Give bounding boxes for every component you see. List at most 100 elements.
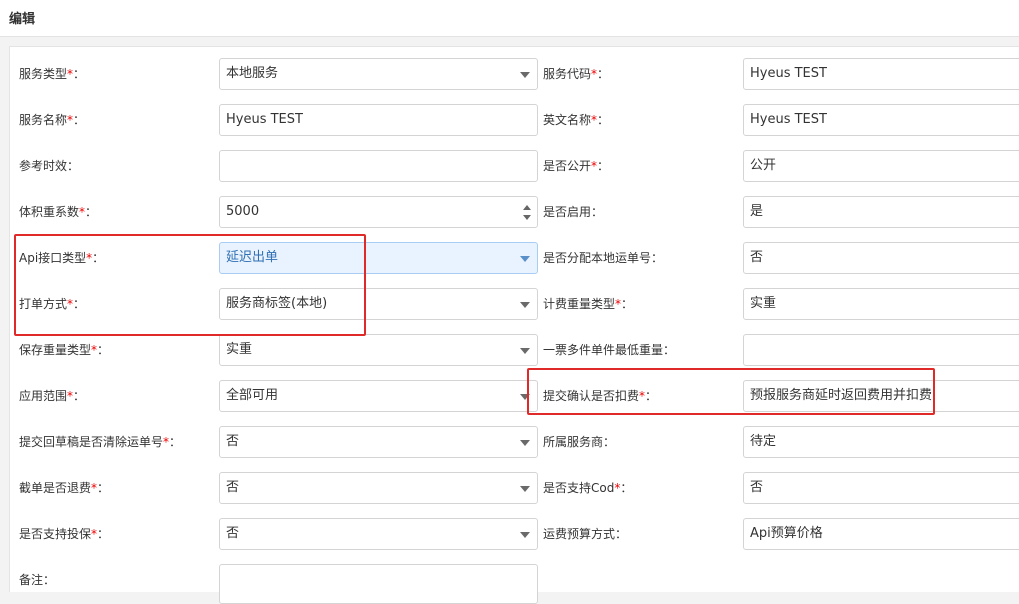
field-label-text: 是否支持投保: [19, 527, 92, 541]
caret-down-icon[interactable]: [520, 348, 530, 354]
field-value: 否: [226, 480, 240, 495]
field-label-text: 是否公开: [543, 159, 592, 173]
field-label-text: 所属服务商: [543, 435, 604, 449]
label-colon: ：: [169, 435, 182, 449]
right-field-9-input[interactable]: 否: [743, 472, 1019, 504]
spin-up-icon[interactable]: [523, 205, 531, 210]
left-field-5-select[interactable]: 服务商标签(本地): [219, 288, 538, 320]
right-label-10: 运费预算方式：: [543, 527, 627, 541]
label-colon: ：: [73, 67, 86, 81]
right-label-0: 服务代码*：: [543, 67, 609, 81]
field-value: Api预算价格: [750, 526, 823, 541]
dialog-title: 编辑: [9, 12, 36, 27]
left-label-3: 体积重系数*：: [19, 205, 97, 219]
left-field-2-input[interactable]: [219, 150, 538, 182]
field-label-text: 应用范围: [19, 389, 68, 403]
right-label-3: 是否启用：: [543, 205, 603, 219]
label-colon: ：: [620, 481, 633, 495]
right-field-4-input[interactable]: 否: [743, 242, 1019, 274]
field-label-text: 一票多件单件最低重量: [543, 343, 664, 357]
right-field-2-input[interactable]: 公开: [743, 150, 1019, 182]
right-field-1-input[interactable]: Hyeus TEST: [743, 104, 1019, 136]
field-value: Hyeus TEST: [750, 66, 827, 81]
field-label-text: 计费重量类型: [543, 297, 616, 311]
caret-down-icon[interactable]: [520, 394, 530, 400]
caret-down-icon[interactable]: [520, 486, 530, 492]
right-label-4: 是否分配本地运单号：: [543, 251, 663, 265]
right-field-0-input[interactable]: Hyeus TEST: [743, 58, 1019, 90]
field-value: 公开: [750, 158, 777, 173]
field-label-text: 提交回草稿是否清除运单号: [19, 435, 164, 449]
label-colon: ：: [73, 113, 86, 127]
caret-down-icon[interactable]: [520, 72, 530, 78]
caret-down-icon[interactable]: [520, 440, 530, 446]
caret-down-icon[interactable]: [520, 256, 530, 262]
field-value: 待定: [750, 434, 777, 449]
right-label-5: 计费重量类型*：: [543, 297, 633, 311]
left-label-7: 应用范围*：: [19, 389, 85, 403]
left-field-7-select[interactable]: 全部可用: [219, 380, 538, 412]
left-field-6-select[interactable]: 实重: [219, 334, 538, 366]
field-label-text: 服务类型: [19, 67, 68, 81]
field-value: 实重: [226, 342, 253, 357]
left-field-1-input[interactable]: Hyeus TEST: [219, 104, 538, 136]
field-label-text: 提交确认是否扣费: [543, 389, 640, 403]
label-colon: ：: [597, 67, 610, 81]
left-label-4: Api接口类型*：: [19, 251, 104, 265]
right-label-2: 是否公开*：: [543, 159, 609, 173]
dialog-header: 编辑: [0, 0, 1019, 37]
field-label-text: 截单是否退费: [19, 481, 92, 495]
label-colon: ：: [651, 251, 664, 265]
label-colon: ：: [73, 389, 86, 403]
left-field-3-number-input[interactable]: 5000: [219, 196, 538, 228]
field-label-text: 服务名称: [19, 113, 68, 127]
field-label-text: Api接口类型: [19, 251, 87, 265]
right-field-5-input[interactable]: 实重: [743, 288, 1019, 320]
right-field-3-input[interactable]: 是: [743, 196, 1019, 228]
field-label-text: 是否分配本地运单号: [543, 251, 652, 265]
field-label-text: 体积重系数: [19, 205, 80, 219]
left-field-0-select[interactable]: 本地服务: [219, 58, 538, 90]
left-field-4-select[interactable]: 延迟出单: [219, 242, 538, 274]
field-label-text: 参考时效: [19, 159, 68, 173]
field-value: 否: [226, 526, 240, 541]
field-value: 本地服务: [226, 66, 279, 81]
right-label-6: 一票多件单件最低重量：: [543, 343, 675, 357]
right-label-8: 所属服务商：: [543, 435, 615, 449]
left-label-1: 服务名称*：: [19, 113, 85, 127]
left-label-10: 是否支持投保*：: [19, 527, 109, 541]
left-field-9-select[interactable]: 否: [219, 472, 538, 504]
left-label-6: 保存重量类型*：: [19, 343, 109, 357]
field-label-text: 保存重量类型: [19, 343, 92, 357]
right-label-9: 是否支持Cod*：: [543, 481, 632, 495]
left-field-11-input[interactable]: [219, 564, 538, 604]
field-label-text: 备注: [19, 573, 44, 587]
spin-down-icon[interactable]: [523, 215, 531, 220]
field-label-text: 打单方式: [19, 297, 68, 311]
label-colon: ：: [97, 481, 110, 495]
right-field-10-input[interactable]: Api预算价格: [743, 518, 1019, 550]
caret-down-icon[interactable]: [520, 532, 530, 538]
field-label-text: 英文名称: [543, 113, 592, 127]
field-value: 是: [750, 204, 764, 219]
field-value: 否: [750, 250, 764, 265]
right-label-7: 提交确认是否扣费*：: [543, 389, 657, 403]
label-colon: ：: [597, 113, 610, 127]
right-field-6-input[interactable]: [743, 334, 1019, 366]
label-colon: ：: [603, 435, 616, 449]
label-colon: ：: [97, 343, 110, 357]
field-value: 否: [750, 480, 764, 495]
label-colon: ：: [92, 251, 105, 265]
left-label-0: 服务类型*：: [19, 67, 85, 81]
field-value: Hyeus TEST: [750, 112, 827, 127]
label-colon: ：: [615, 527, 628, 541]
field-value: 否: [226, 434, 240, 449]
right-field-7-input[interactable]: 预报服务商延时返回费用并扣费: [743, 380, 1019, 412]
right-label-1: 英文名称*：: [543, 113, 609, 127]
caret-down-icon[interactable]: [520, 302, 530, 308]
left-field-8-select[interactable]: 否: [219, 426, 538, 458]
field-value: 服务商标签(本地): [226, 296, 328, 311]
right-field-8-input[interactable]: 待定: [743, 426, 1019, 458]
left-field-10-select[interactable]: 否: [219, 518, 538, 550]
left-label-5: 打单方式*：: [19, 297, 85, 311]
